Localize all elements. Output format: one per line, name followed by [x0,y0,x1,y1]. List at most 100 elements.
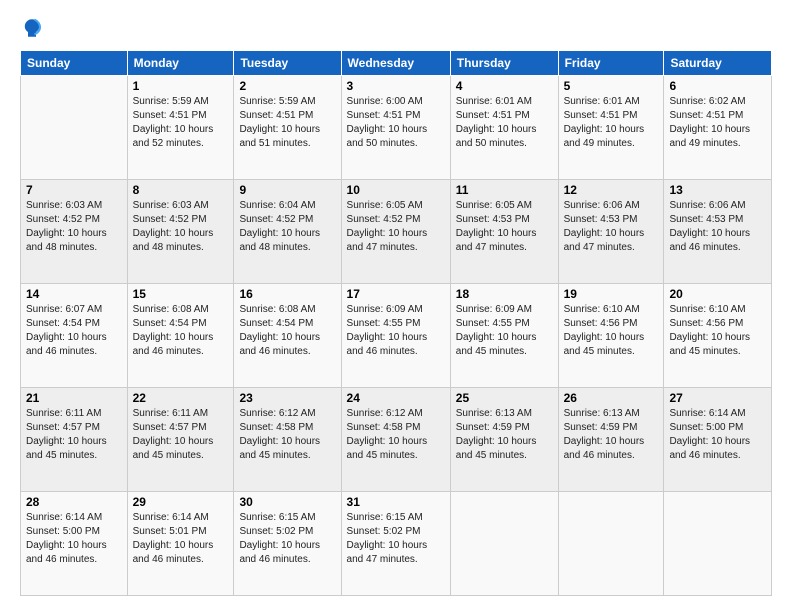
day-number: 9 [239,183,335,197]
day-number: 14 [26,287,122,301]
day-info: Sunrise: 6:05 AM Sunset: 4:52 PM Dayligh… [347,199,445,255]
day-info: Sunrise: 6:15 AM Sunset: 5:02 PM Dayligh… [239,511,335,567]
calendar-table: SundayMondayTuesdayWednesdayThursdayFrid… [20,50,772,596]
day-number: 30 [239,495,335,509]
day-info: Sunrise: 5:59 AM Sunset: 4:51 PM Dayligh… [239,95,335,151]
week-row-5: 28 Sunrise: 6:14 AM Sunset: 5:00 PM Dayli… [21,492,772,596]
day-number: 1 [133,79,229,93]
day-number: 24 [347,391,445,405]
logo-icon [20,16,44,40]
day-info: Sunrise: 6:14 AM Sunset: 5:00 PM Dayligh… [669,407,766,463]
day-info: Sunrise: 6:09 AM Sunset: 4:55 PM Dayligh… [456,303,553,359]
day-cell: 26Sunrise: 6:13 AM Sunset: 4:59 PM Dayli… [558,388,664,492]
day-number: 4 [456,79,553,93]
day-cell: 9 Sunrise: 6:04 AM Sunset: 4:52 PM Daylig… [234,180,341,284]
day-cell: 30 Sunrise: 6:15 AM Sunset: 5:02 PM Dayli… [234,492,341,596]
page: SundayMondayTuesdayWednesdayThursdayFrid… [0,0,792,612]
week-row-2: 7 Sunrise: 6:03 AM Sunset: 4:52 PM Daylig… [21,180,772,284]
day-info: Sunrise: 6:14 AM Sunset: 5:01 PM Dayligh… [133,511,229,567]
day-cell [450,492,558,596]
day-number: 6 [669,79,766,93]
day-info: Sunrise: 6:13 AM Sunset: 4:59 PM Dayligh… [456,407,553,463]
header [20,16,772,40]
week-row-1: 1 Sunrise: 5:59 AM Sunset: 4:51 PM Daylig… [21,76,772,180]
day-cell: 28 Sunrise: 6:14 AM Sunset: 5:00 PM Dayli… [21,492,128,596]
day-info: Sunrise: 6:03 AM Sunset: 4:52 PM Dayligh… [133,199,229,255]
day-info: Sunrise: 6:08 AM Sunset: 4:54 PM Dayligh… [239,303,335,359]
day-cell [558,492,664,596]
day-info: Sunrise: 6:12 AM Sunset: 4:58 PM Dayligh… [239,407,335,463]
day-number: 22 [133,391,229,405]
logo [20,16,48,40]
day-cell [21,76,128,180]
day-cell: 31Sunrise: 6:15 AM Sunset: 5:02 PM Dayli… [341,492,450,596]
day-info: Sunrise: 6:04 AM Sunset: 4:52 PM Dayligh… [239,199,335,255]
day-cell: 18 Sunrise: 6:09 AM Sunset: 4:55 PM Dayli… [450,284,558,388]
week-row-4: 21 Sunrise: 6:11 AM Sunset: 4:57 PM Dayli… [21,388,772,492]
day-cell: 17Sunrise: 6:09 AM Sunset: 4:55 PM Dayli… [341,284,450,388]
day-cell: 8 Sunrise: 6:03 AM Sunset: 4:52 PM Daylig… [127,180,234,284]
day-number: 27 [669,391,766,405]
day-number: 2 [239,79,335,93]
day-cell: 23 Sunrise: 6:12 AM Sunset: 4:58 PM Dayli… [234,388,341,492]
day-number: 10 [347,183,445,197]
day-info: Sunrise: 6:03 AM Sunset: 4:52 PM Dayligh… [26,199,122,255]
day-info: Sunrise: 6:11 AM Sunset: 4:57 PM Dayligh… [26,407,122,463]
day-number: 28 [26,495,122,509]
header-row: SundayMondayTuesdayWednesdayThursdayFrid… [21,51,772,76]
calendar-header: SundayMondayTuesdayWednesdayThursdayFrid… [21,51,772,76]
day-number: 12 [564,183,659,197]
day-number: 5 [564,79,659,93]
day-number: 15 [133,287,229,301]
day-cell: 27 Sunrise: 6:14 AM Sunset: 5:00 PM Dayli… [664,388,772,492]
day-info: Sunrise: 6:06 AM Sunset: 4:53 PM Dayligh… [564,199,659,255]
day-cell: 24 Sunrise: 6:12 AM Sunset: 4:58 PM Dayli… [341,388,450,492]
day-cell: 21 Sunrise: 6:11 AM Sunset: 4:57 PM Dayli… [21,388,128,492]
day-cell: 5 Sunrise: 6:01 AM Sunset: 4:51 PM Daylig… [558,76,664,180]
day-number: 8 [133,183,229,197]
day-info: Sunrise: 6:01 AM Sunset: 4:51 PM Dayligh… [456,95,553,151]
day-info: Sunrise: 6:11 AM Sunset: 4:57 PM Dayligh… [133,407,229,463]
header-cell-tuesday: Tuesday [234,51,341,76]
day-number: 7 [26,183,122,197]
week-row-3: 14 Sunrise: 6:07 AM Sunset: 4:54 PM Dayli… [21,284,772,388]
day-number: 17 [347,287,445,301]
header-cell-thursday: Thursday [450,51,558,76]
day-number: 3 [347,79,445,93]
day-number: 11 [456,183,553,197]
day-info: Sunrise: 6:02 AM Sunset: 4:51 PM Dayligh… [669,95,766,151]
day-number: 18 [456,287,553,301]
day-cell: 1Sunrise: 5:59 AM Sunset: 4:51 PM Daylig… [127,76,234,180]
day-number: 23 [239,391,335,405]
day-info: Sunrise: 6:05 AM Sunset: 4:53 PM Dayligh… [456,199,553,255]
day-cell: 12 Sunrise: 6:06 AM Sunset: 4:53 PM Dayli… [558,180,664,284]
day-info: Sunrise: 6:12 AM Sunset: 4:58 PM Dayligh… [347,407,445,463]
day-number: 13 [669,183,766,197]
day-cell: 11 Sunrise: 6:05 AM Sunset: 4:53 PM Dayli… [450,180,558,284]
day-info: Sunrise: 6:14 AM Sunset: 5:00 PM Dayligh… [26,511,122,567]
day-number: 21 [26,391,122,405]
day-cell: 10 Sunrise: 6:05 AM Sunset: 4:52 PM Dayli… [341,180,450,284]
header-cell-monday: Monday [127,51,234,76]
header-cell-sunday: Sunday [21,51,128,76]
day-cell: 22 Sunrise: 6:11 AM Sunset: 4:57 PM Dayli… [127,388,234,492]
day-info: Sunrise: 6:10 AM Sunset: 4:56 PM Dayligh… [669,303,766,359]
day-number: 20 [669,287,766,301]
day-info: Sunrise: 6:01 AM Sunset: 4:51 PM Dayligh… [564,95,659,151]
day-cell: 6 Sunrise: 6:02 AM Sunset: 4:51 PM Daylig… [664,76,772,180]
day-info: Sunrise: 6:00 AM Sunset: 4:51 PM Dayligh… [347,95,445,151]
day-cell: 29Sunrise: 6:14 AM Sunset: 5:01 PM Dayli… [127,492,234,596]
day-cell: 20 Sunrise: 6:10 AM Sunset: 4:56 PM Dayli… [664,284,772,388]
day-info: Sunrise: 6:06 AM Sunset: 4:53 PM Dayligh… [669,199,766,255]
day-cell: 2 Sunrise: 5:59 AM Sunset: 4:51 PM Daylig… [234,76,341,180]
day-cell: 16 Sunrise: 6:08 AM Sunset: 4:54 PM Dayli… [234,284,341,388]
day-cell: 7 Sunrise: 6:03 AM Sunset: 4:52 PM Daylig… [21,180,128,284]
header-cell-wednesday: Wednesday [341,51,450,76]
day-number: 31 [347,495,445,509]
calendar-body: 1 Sunrise: 5:59 AM Sunset: 4:51 PM Daylig… [21,76,772,596]
day-info: Sunrise: 6:07 AM Sunset: 4:54 PM Dayligh… [26,303,122,359]
day-number: 25 [456,391,553,405]
day-cell: 19Sunrise: 6:10 AM Sunset: 4:56 PM Dayli… [558,284,664,388]
day-number: 16 [239,287,335,301]
day-cell: 15Sunrise: 6:08 AM Sunset: 4:54 PM Dayli… [127,284,234,388]
